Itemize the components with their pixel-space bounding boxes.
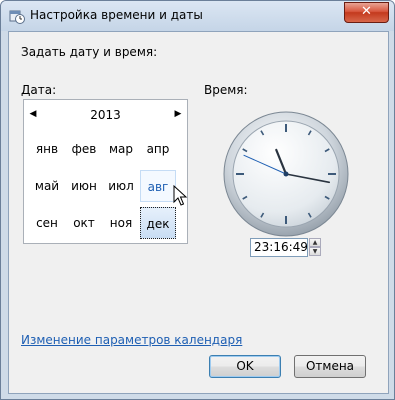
- month-cell[interactable]: окт: [66, 207, 102, 239]
- month-cell[interactable]: май: [29, 170, 65, 202]
- time-spinner: ▲ ▼: [309, 238, 321, 257]
- month-cell[interactable]: сен: [29, 207, 65, 239]
- title-bar: Настройка времени и даты ✕: [1, 1, 394, 31]
- time-label: Время:: [204, 83, 248, 97]
- set-date-time-heading: Задать дату и время:: [21, 45, 158, 59]
- calendar-next-arrow-icon[interactable]: ▶: [173, 108, 183, 120]
- mouse-pointer-icon: [173, 185, 188, 206]
- close-icon: ✕: [361, 4, 372, 19]
- month-cell[interactable]: апр: [140, 133, 176, 165]
- cancel-button[interactable]: Отмена: [294, 355, 366, 378]
- dialog-content: Задать дату и время: Дата: Время: ◀ 2013…: [8, 31, 389, 394]
- date-time-app-icon: [9, 10, 25, 24]
- calendar: ◀ 2013 ▶ янв фев мар апр май июн июл авг сен окт н…: [23, 99, 188, 244]
- month-cell[interactable]: дек: [140, 207, 176, 239]
- close-button[interactable]: ✕: [344, 2, 389, 23]
- ok-button[interactable]: OK: [209, 355, 281, 378]
- time-input[interactable]: 23:16:49: [250, 238, 308, 257]
- month-cell[interactable]: июл: [103, 170, 139, 202]
- spin-up-arrow-icon[interactable]: ▲: [309, 238, 321, 247]
- date-label: Дата:: [21, 83, 57, 97]
- month-cell[interactable]: мар: [103, 133, 139, 165]
- calendar-prev-arrow-icon[interactable]: ◀: [28, 108, 38, 120]
- analog-clock: [223, 111, 349, 237]
- month-cell[interactable]: ноя: [103, 207, 139, 239]
- date-time-dialog: Настройка времени и даты ✕ Задать дату и…: [0, 0, 395, 400]
- calendar-year-header[interactable]: 2013: [79, 108, 132, 122]
- month-cell[interactable]: авг: [140, 170, 176, 202]
- window-title: Настройка времени и даты: [30, 8, 203, 22]
- month-cell[interactable]: фев: [66, 133, 102, 165]
- clock-center-pin: [283, 171, 289, 177]
- spin-down-arrow-icon[interactable]: ▼: [309, 247, 321, 256]
- change-calendar-settings-link[interactable]: Изменение параметров календаря: [21, 333, 242, 347]
- month-cell[interactable]: янв: [29, 133, 65, 165]
- month-cell[interactable]: июн: [66, 170, 102, 202]
